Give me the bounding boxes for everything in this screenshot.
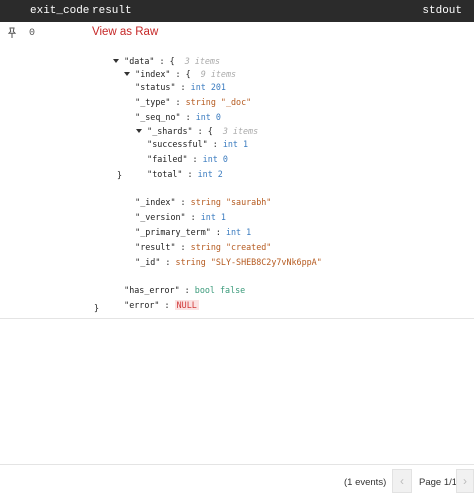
chevron-left-icon: ‹ <box>400 474 404 488</box>
tree-leaf-successful: "successful" : int 1 <box>147 139 249 149</box>
row-divider <box>0 318 474 319</box>
view-as-raw-link[interactable]: View as Raw <box>92 26 158 38</box>
tree-leaf-seq-no: "_seq_no" : int 0 <box>135 112 221 122</box>
tree-leaf-type: "_type" : string "_doc" <box>135 97 252 107</box>
null-badge: NULL <box>174 300 199 310</box>
tree-leaf-error: "error" : NULL <box>124 300 199 310</box>
exit-code-value: 0 <box>29 28 36 39</box>
column-header-stdout[interactable]: stdout <box>422 5 462 17</box>
chevron-right-icon: › <box>463 474 467 488</box>
column-header-exit-code[interactable]: exit_code <box>30 5 89 17</box>
tree-leaf-failed: "failed" : int 0 <box>147 154 228 164</box>
tree-leaf-total: "total" : int 2 <box>147 169 223 179</box>
page-indicator: Page 1/1 <box>419 477 458 488</box>
tree-node-shards: "_shards" : { 3 items <box>116 113 258 136</box>
tree-brace-close-shards: } <box>117 170 123 180</box>
tree-leaf-status: "status" : int 201 <box>135 82 226 92</box>
tree-leaf-version: "_version" : int 1 <box>135 212 226 222</box>
tree-leaf-result: "result" : string "created" <box>135 242 272 252</box>
tree-brace-close-data: } <box>94 303 100 313</box>
footer-divider <box>0 464 474 465</box>
tree-leaf-primary-term: "_primary_term" : int 1 <box>135 227 252 237</box>
tree-leaf-has-error: "has_error" : bool false <box>124 285 246 295</box>
table-header: exit_code result stdout <box>0 0 474 22</box>
tree-leaf-id: "_id" : string "SLY-SHEB8C2y7vNk6ppA" <box>135 257 322 267</box>
events-count: (1 events) <box>344 477 387 488</box>
column-header-result[interactable]: result <box>92 5 132 17</box>
prev-page-button[interactable]: ‹ <box>392 469 412 493</box>
tree-node-index: "index" : { 9 items <box>104 56 236 79</box>
tree-leaf-index-name: "_index" : string "saurabh" <box>135 197 272 207</box>
pin-icon[interactable] <box>6 27 18 39</box>
tree-node-data: "data" : { 3 items <box>93 43 220 66</box>
next-page-button[interactable]: › <box>456 469 474 493</box>
